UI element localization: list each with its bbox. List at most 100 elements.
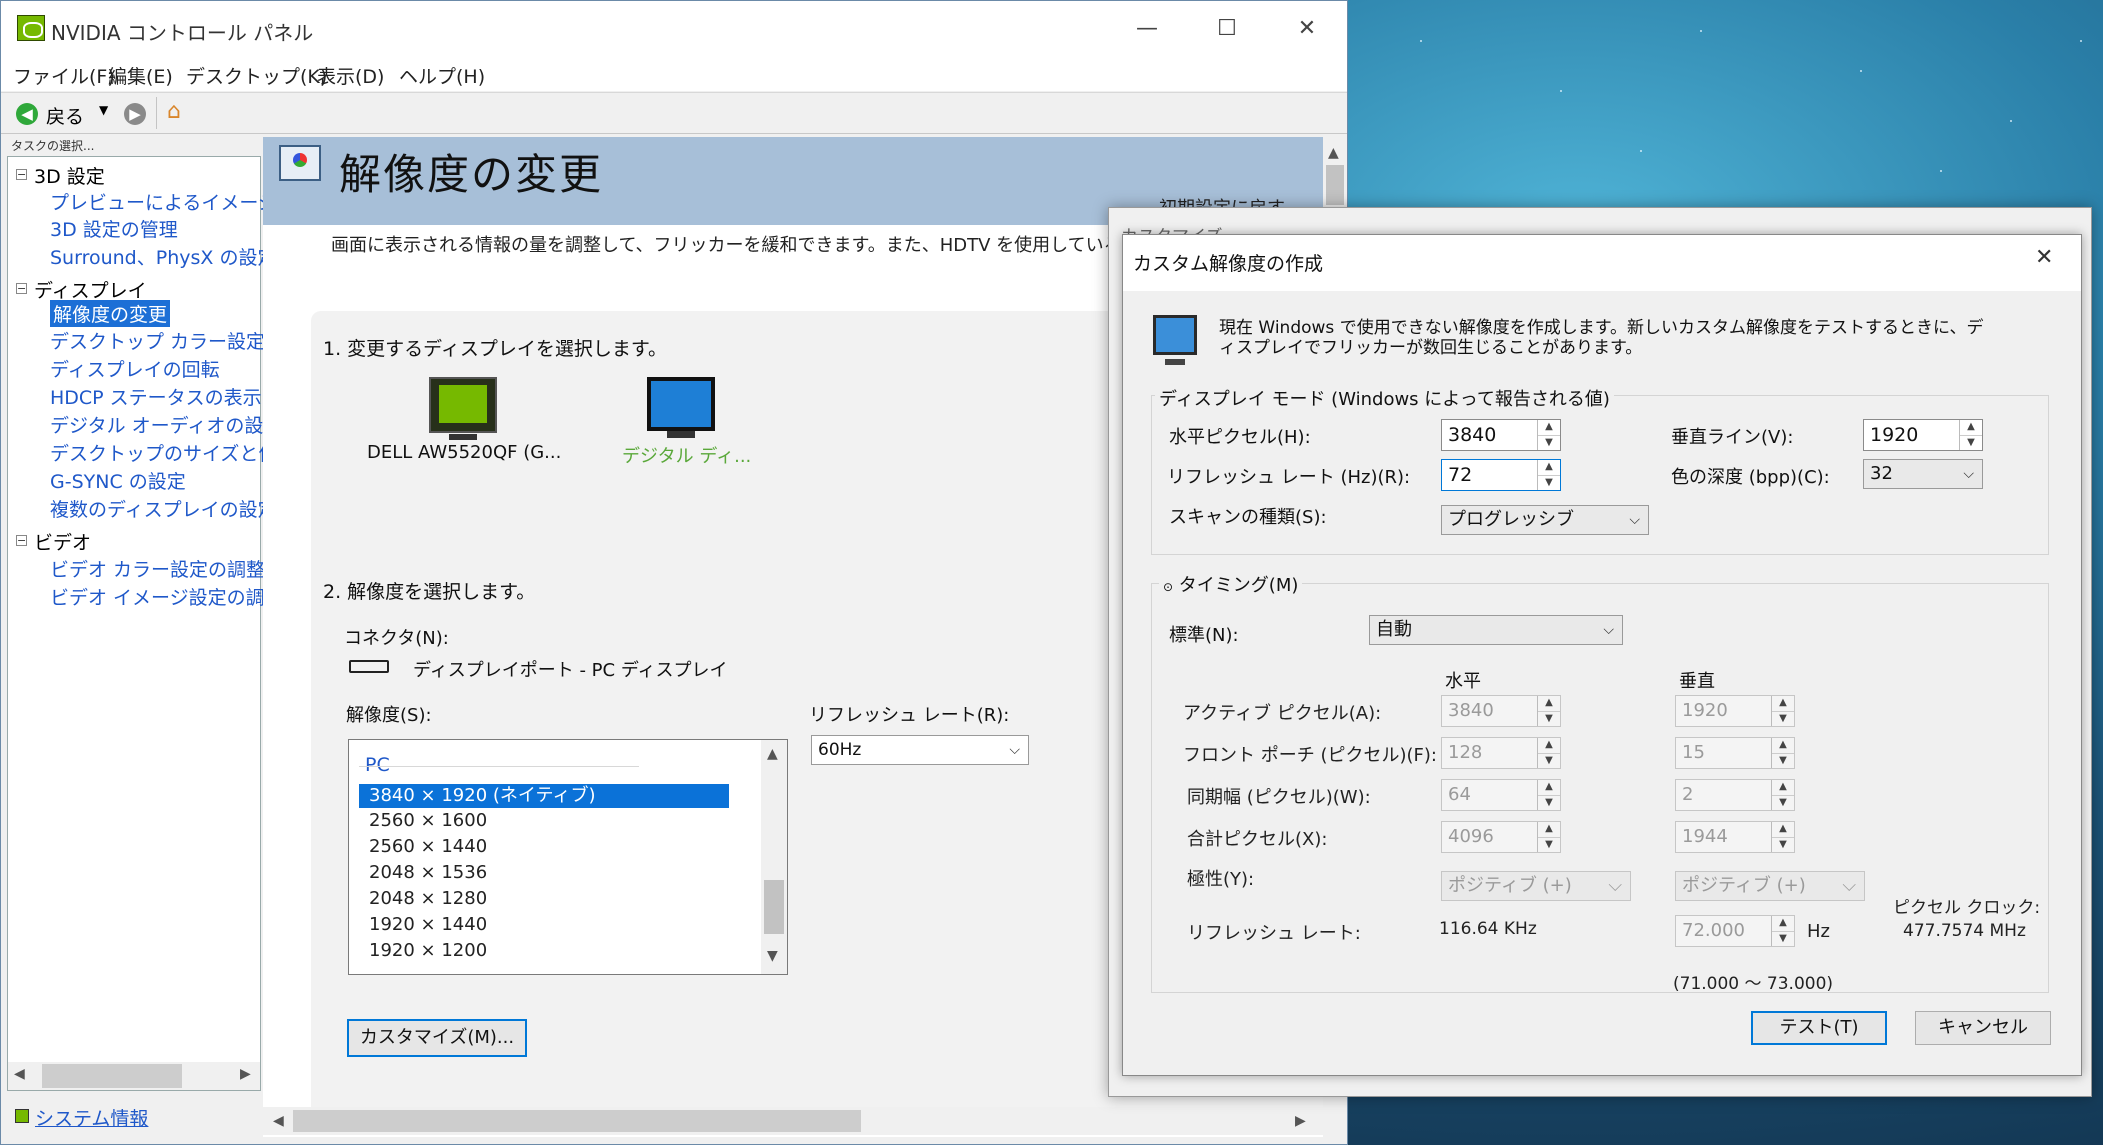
hscroll-thumb[interactable] bbox=[42, 1064, 182, 1088]
refresh-rate-input[interactable]: 72 ▲ ▼ bbox=[1441, 459, 1561, 491]
content-hscroll-thumb[interactable] bbox=[293, 1110, 861, 1132]
list-item[interactable]: 1920 × 1200 bbox=[369, 940, 487, 961]
content-scroll-left-icon[interactable]: ◀ bbox=[273, 1113, 284, 1129]
sync-h-spinner[interactable]: ▲ ▼ bbox=[1537, 780, 1560, 810]
list-item[interactable]: 3840 × 1920 (ネイティブ) bbox=[359, 784, 729, 808]
list-item[interactable]: 2560 × 1600 bbox=[369, 810, 487, 831]
tree-item-audio[interactable]: デジタル オーディオの設定 bbox=[50, 411, 282, 438]
active-h-spinner[interactable]: ▲ ▼ bbox=[1537, 696, 1560, 726]
scan-type-select[interactable]: プログレッシブ ⌵ bbox=[1441, 505, 1649, 535]
system-info-link[interactable]: システム情報 bbox=[35, 1104, 148, 1131]
menu-file[interactable]: ファイル(F) bbox=[13, 62, 115, 89]
v-lines-spinner[interactable]: ▲ ▼ bbox=[1959, 420, 1982, 450]
sync-h-input[interactable]: 64 ▲ ▼ bbox=[1441, 779, 1561, 811]
collapse-3d-icon[interactable]: − bbox=[16, 169, 27, 180]
back-button[interactable]: 戻る bbox=[46, 102, 84, 129]
scroll-down-icon[interactable]: ▼ bbox=[767, 948, 778, 964]
refresh-rate-v-input[interactable]: 72.000 ▲ ▼ bbox=[1675, 915, 1795, 947]
home-icon[interactable]: ⌂ bbox=[167, 99, 181, 124]
h-pixels-spinner[interactable]: ▲ ▼ bbox=[1537, 420, 1560, 450]
custom-resolution-dialog: カスタム解像度の作成 ✕ 現在 Windows で使用できない解像度を作成します… bbox=[1122, 234, 2082, 1076]
tree-item-video-color[interactable]: ビデオ カラー設定の調整 bbox=[50, 555, 265, 582]
display2-label[interactable]: デジタル ディ... bbox=[622, 442, 751, 468]
polarity-v-select[interactable]: ポジティブ (+) ⌵ bbox=[1675, 871, 1865, 901]
standard-select[interactable]: 自動 ⌵ bbox=[1369, 615, 1623, 645]
front-v-spinner[interactable]: ▲ ▼ bbox=[1771, 738, 1794, 768]
refresh-rate-select[interactable]: 60Hz ⌵ bbox=[811, 735, 1029, 765]
resolution-label: 解像度(S): bbox=[346, 705, 432, 726]
content-vscroll-thumb[interactable] bbox=[1326, 165, 1344, 205]
list-item[interactable]: 2048 × 1536 bbox=[369, 862, 487, 883]
tree-item-preview[interactable]: プレビューによるイメージ設 bbox=[50, 188, 296, 215]
active-v-input[interactable]: 1920 ▲ ▼ bbox=[1675, 695, 1795, 727]
scroll-right-icon[interactable]: ▶ bbox=[240, 1066, 251, 1082]
content-hscrollbar[interactable]: ◀ ▶ bbox=[263, 1107, 1323, 1135]
polarity-h-select[interactable]: ポジティブ (+) ⌵ bbox=[1441, 871, 1631, 901]
tree-item-video-image[interactable]: ビデオ イメージ設定の調整 bbox=[50, 583, 284, 610]
monitor-stand-icon bbox=[1165, 359, 1185, 365]
step2-title: 2. 解像度を選択します。 bbox=[323, 581, 536, 603]
h-pixels-input[interactable]: 3840 ▲ ▼ bbox=[1441, 419, 1561, 451]
customize-button[interactable]: カスタマイズ(M)... bbox=[347, 1019, 527, 1057]
front-h-input[interactable]: 128 ▲ ▼ bbox=[1441, 737, 1561, 769]
content-scroll-right-icon[interactable]: ▶ bbox=[1295, 1113, 1306, 1129]
pixel-clock-label: ピクセル クロック: bbox=[1893, 898, 2041, 918]
content-scroll-up-icon[interactable]: ▲ bbox=[1328, 145, 1339, 161]
timing-toggle[interactable]: ⊙ タイミング(M) bbox=[1159, 571, 1303, 597]
tree-item-resolution[interactable]: 解像度の変更 bbox=[50, 300, 171, 327]
active-h-input[interactable]: 3840 ▲ ▼ bbox=[1441, 695, 1561, 727]
minimize-button[interactable]: — bbox=[1127, 11, 1167, 47]
list-scroll-thumb[interactable] bbox=[764, 880, 784, 934]
sync-v-spinner[interactable]: ▲ ▼ bbox=[1771, 780, 1794, 810]
refresh-rate-spinner[interactable]: ▲ ▼ bbox=[1537, 460, 1560, 490]
list-item[interactable]: 2560 × 1440 bbox=[369, 836, 487, 857]
tree-item-gsync[interactable]: G-SYNC の設定 bbox=[50, 467, 186, 494]
collapse-display-icon[interactable]: − bbox=[16, 283, 27, 294]
total-v-spinner[interactable]: ▲ ▼ bbox=[1771, 822, 1794, 852]
resolution-list[interactable]: PC 3840 × 1920 (ネイティブ) 2560 × 1600 2560 … bbox=[348, 739, 788, 975]
tree-item-3d-manage[interactable]: 3D 設定の管理 bbox=[50, 215, 178, 242]
v-lines-input[interactable]: 1920 ▲ ▼ bbox=[1863, 419, 1983, 451]
sync-v-input[interactable]: 2 ▲ ▼ bbox=[1675, 779, 1795, 811]
list-vscrollbar[interactable]: ▲ ▼ bbox=[761, 740, 787, 974]
scroll-up-icon[interactable]: ▲ bbox=[767, 746, 778, 762]
menu-view[interactable]: 表示(D) bbox=[317, 62, 384, 89]
front-h-spinner[interactable]: ▲ ▼ bbox=[1537, 738, 1560, 768]
front-v-input[interactable]: 15 ▲ ▼ bbox=[1675, 737, 1795, 769]
total-h-spinner[interactable]: ▲ ▼ bbox=[1537, 822, 1560, 852]
total-v-input[interactable]: 1944 ▲ ▼ bbox=[1675, 821, 1795, 853]
list-item[interactable]: 1920 × 1440 bbox=[369, 914, 487, 935]
chevron-down-icon: ⌵ bbox=[1009, 742, 1020, 758]
tree-item-desktop-color[interactable]: デスクトップ カラー設定の bbox=[50, 327, 284, 354]
tree-item-hdcp[interactable]: HDCP ステータスの表示 bbox=[50, 383, 262, 410]
display1-icon[interactable] bbox=[429, 377, 497, 433]
back-arrow-icon[interactable]: ◀ bbox=[16, 103, 38, 125]
menu-desktop[interactable]: デスクトップ(K) bbox=[186, 62, 327, 89]
maximize-button[interactable]: ☐ bbox=[1207, 11, 1247, 47]
left-hscrollbar[interactable]: ◀ ▶ bbox=[8, 1062, 260, 1090]
color-depth-select[interactable]: 32 ⌵ bbox=[1863, 459, 1983, 489]
tree-item-surround[interactable]: Surround、PhysX の設定 bbox=[50, 243, 276, 270]
tree-item-multi-display[interactable]: 複数のディスプレイの設定 bbox=[50, 495, 277, 522]
menu-edit[interactable]: 編集(E) bbox=[108, 62, 173, 89]
total-h-input[interactable]: 4096 ▲ ▼ bbox=[1441, 821, 1561, 853]
back-dropdown-icon[interactable]: ▼ bbox=[99, 103, 108, 117]
tree-item-rotate[interactable]: ディスプレイの回転 bbox=[50, 355, 220, 382]
forward-arrow-icon[interactable]: ▶ bbox=[124, 103, 146, 125]
collapse-video-icon[interactable]: − bbox=[16, 535, 27, 546]
tree-group-3d[interactable]: 3D 設定 bbox=[34, 162, 105, 189]
tree-item-size-position[interactable]: デスクトップのサイズと位置 bbox=[50, 439, 296, 466]
dialog-close-button[interactable]: ✕ bbox=[2035, 245, 2053, 270]
display1-label[interactable]: DELL AW5520QF (G... bbox=[367, 442, 561, 463]
test-button[interactable]: テスト(T) bbox=[1751, 1011, 1887, 1045]
cancel-button[interactable]: キャンセル bbox=[1915, 1011, 2051, 1045]
close-button[interactable]: ✕ bbox=[1287, 11, 1327, 47]
menu-help[interactable]: ヘルプ(H) bbox=[399, 62, 485, 89]
scroll-left-icon[interactable]: ◀ bbox=[14, 1066, 25, 1082]
tree-group-display[interactable]: ディスプレイ bbox=[34, 276, 147, 303]
refresh-rate-v-spinner[interactable]: ▲ ▼ bbox=[1771, 916, 1794, 946]
display2-icon[interactable] bbox=[647, 377, 715, 431]
list-item[interactable]: 2048 × 1280 bbox=[369, 888, 487, 909]
tree-group-video[interactable]: ビデオ bbox=[34, 528, 91, 555]
active-v-spinner[interactable]: ▲ ▼ bbox=[1771, 696, 1794, 726]
